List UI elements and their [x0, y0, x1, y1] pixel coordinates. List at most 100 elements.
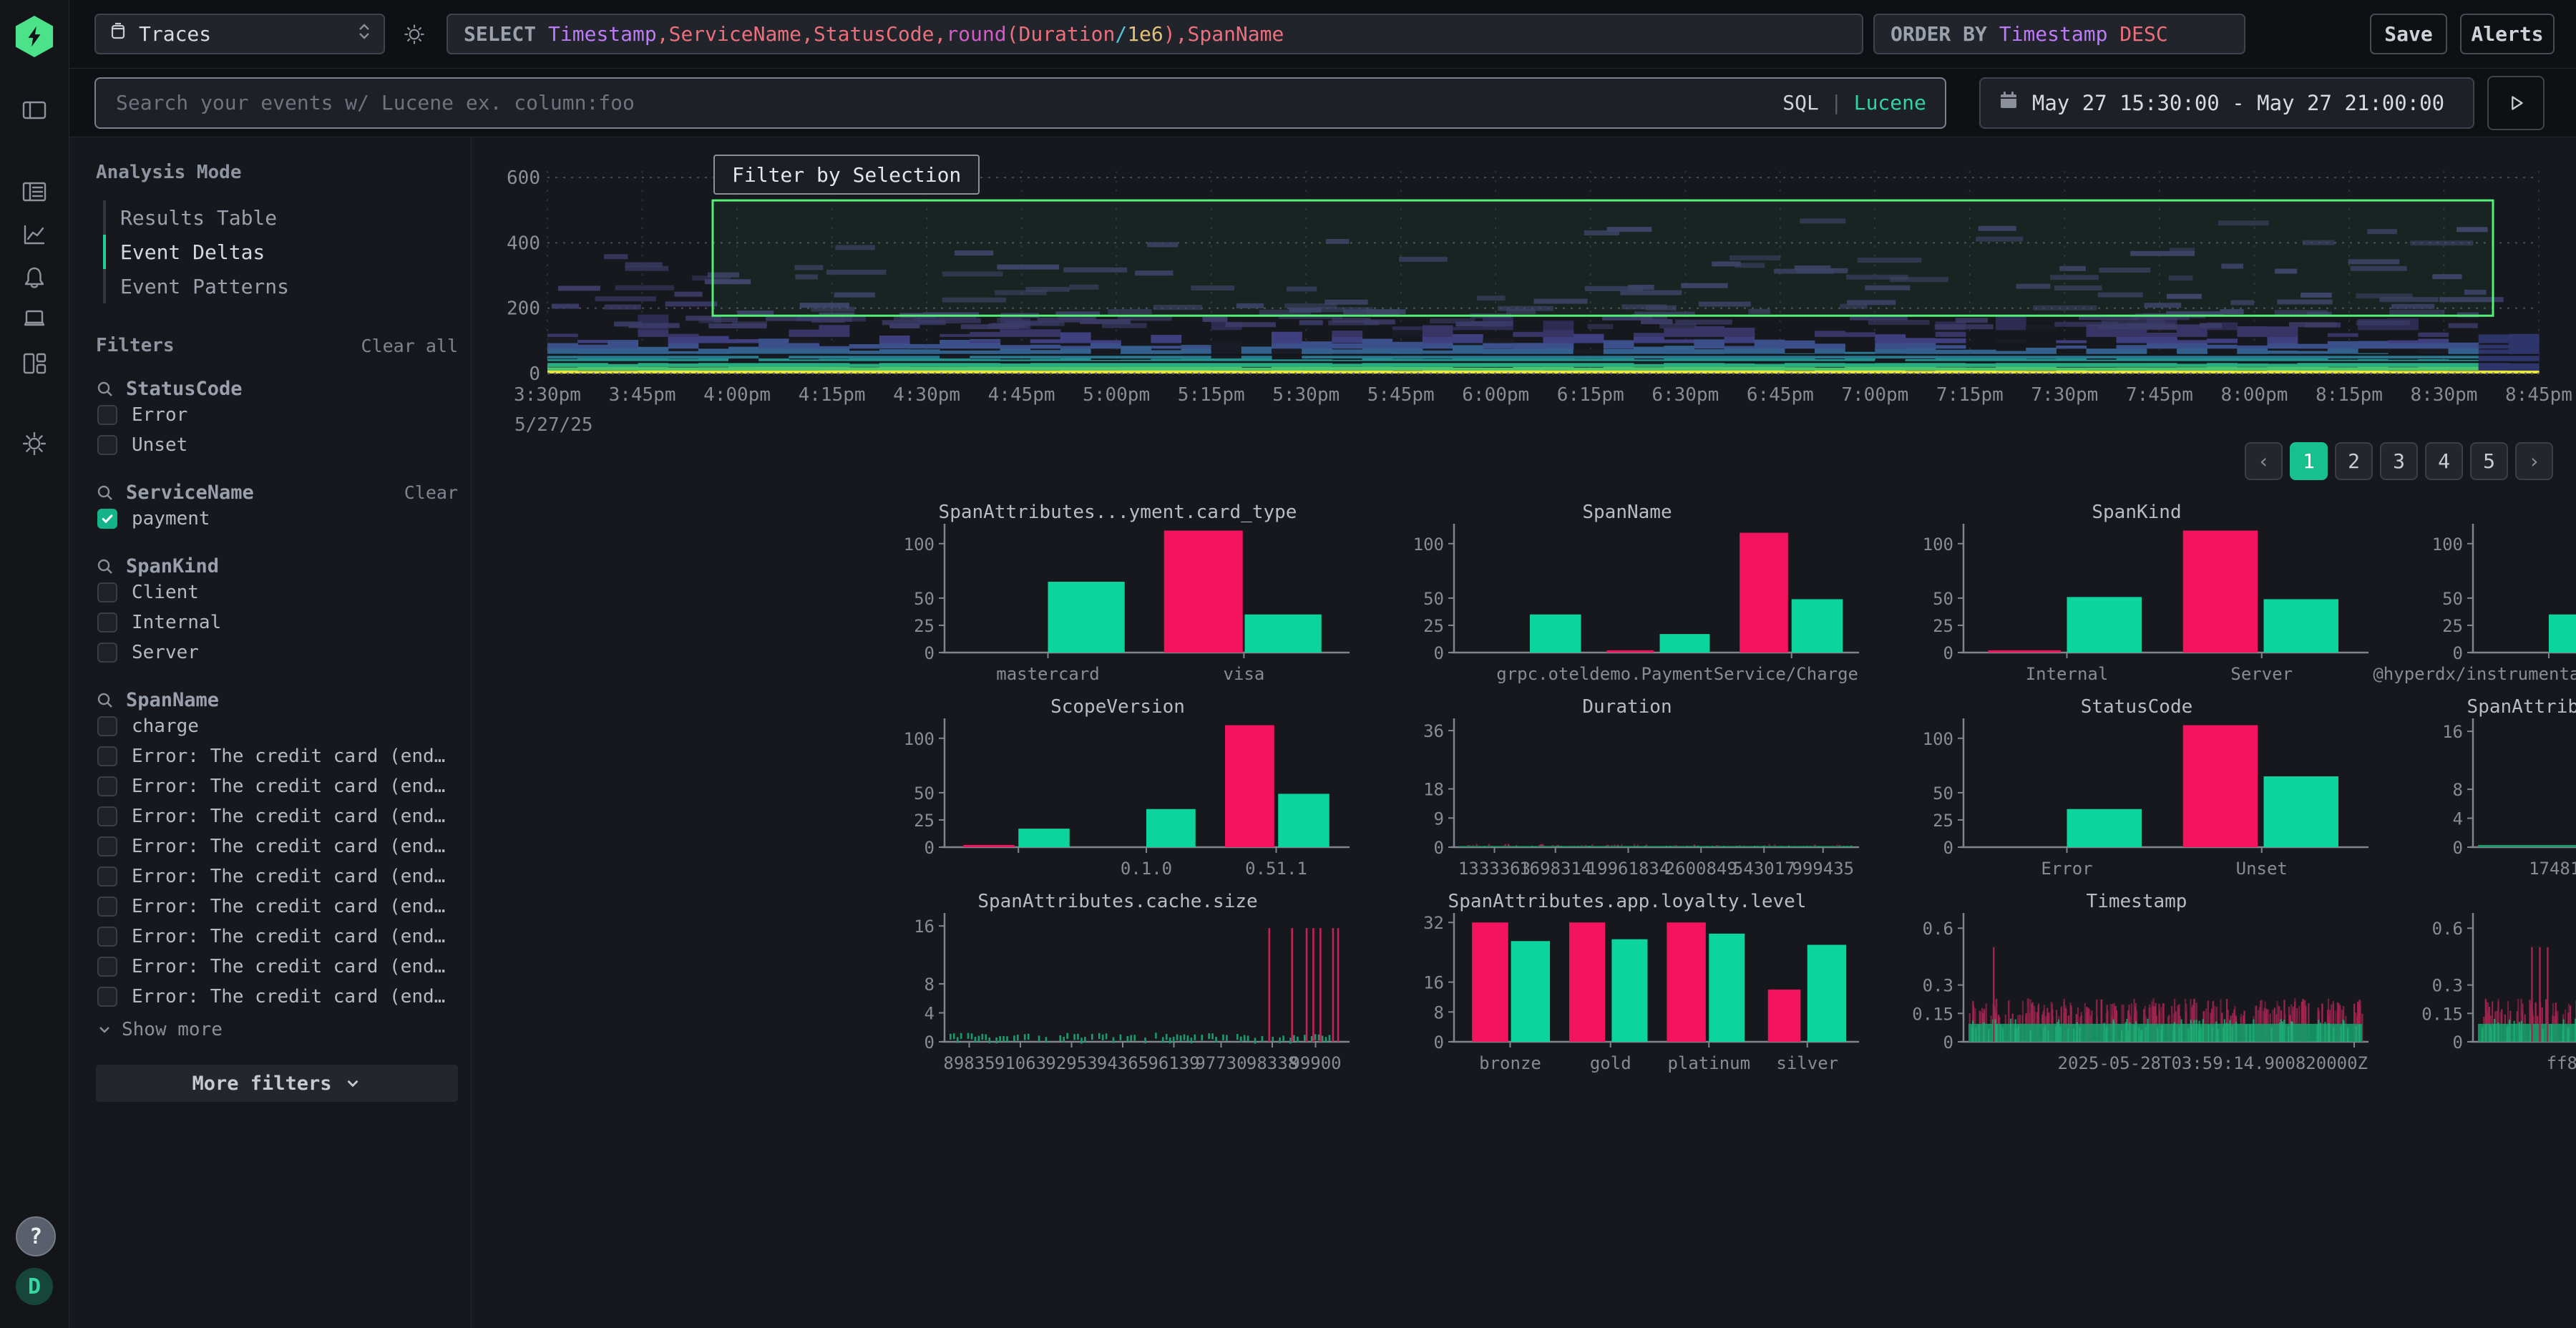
- chevron-down-icon: [96, 1021, 113, 1038]
- alerts-bell-icon[interactable]: [20, 263, 49, 292]
- svg-text:Timestamp: Timestamp: [2087, 891, 2187, 912]
- delta-chart-statuscode[interactable]: StatusCode10050250ErrorUnset: [1901, 695, 2373, 884]
- alerts-button[interactable]: Alerts: [2460, 14, 2555, 54]
- delta-chart-timestamp[interactable]: Timestamp0.60.30.1502025-05-28T03:59:14.…: [1901, 890, 2373, 1079]
- checkbox[interactable]: [97, 776, 117, 796]
- analysis-mode-item-results-table[interactable]: Results Table: [103, 200, 461, 235]
- svg-text:8:45pm: 8:45pm: [2505, 384, 2572, 406]
- checkbox[interactable]: [97, 866, 117, 887]
- filter-option[interactable]: Error: The credit card (end…: [97, 801, 461, 831]
- mode-divider: |: [1830, 91, 1843, 114]
- mode-sql-label[interactable]: SQL: [1782, 91, 1819, 114]
- checkbox[interactable]: [97, 806, 117, 826]
- checkbox[interactable]: [97, 957, 117, 977]
- svg-text:200: 200: [507, 298, 540, 320]
- filter-option[interactable]: Error: The credit card (end…: [97, 771, 461, 801]
- filter-option[interactable]: Client: [97, 577, 461, 607]
- show-more-link[interactable]: Show more: [96, 1019, 461, 1040]
- checkbox[interactable]: [97, 612, 117, 633]
- filter-option[interactable]: Error: The credit card (end…: [97, 952, 461, 982]
- sidebar-toggle-icon[interactable]: [20, 96, 49, 125]
- search-events-icon[interactable]: [20, 177, 49, 206]
- svg-text:0: 0: [1943, 1032, 1953, 1053]
- filter-by-selection-tooltip[interactable]: Filter by Selection: [713, 155, 980, 195]
- filter-option[interactable]: Server: [97, 638, 461, 668]
- sessions-laptop-icon[interactable]: [20, 305, 49, 333]
- filter-option[interactable]: Error: [97, 400, 461, 430]
- filter-option[interactable]: Error: The credit card (end…: [97, 861, 461, 892]
- page-next-button[interactable]: ›: [2515, 442, 2553, 480]
- filter-option[interactable]: Error: The credit card (end…: [97, 831, 461, 861]
- svg-text:5:15pm: 5:15pm: [1178, 384, 1245, 406]
- filter-option[interactable]: Error: The credit card (end…: [97, 922, 461, 952]
- svg-text:94365: 94365: [1097, 1053, 1148, 1073]
- dashboards-icon[interactable]: [20, 349, 49, 378]
- order-by-input[interactable]: ORDER BY Timestamp DESC: [1873, 14, 2245, 54]
- filter-clear-link[interactable]: Clear: [404, 482, 461, 503]
- delta-chart-spanattributes-yment-timestamp[interactable]: SpanAttributes...yment.timestamp16840174…: [2410, 695, 2576, 884]
- svg-text:silver: silver: [1776, 1053, 1838, 1073]
- page-button-1[interactable]: 1: [2290, 442, 2328, 480]
- save-button[interactable]: Save: [2370, 14, 2447, 54]
- delta-chart-spankind[interactable]: SpanKind10050250InternalServer: [1901, 501, 2373, 690]
- filter-option[interactable]: Error: The credit card (end…: [97, 892, 461, 922]
- clear-all-filters-link[interactable]: Clear all: [361, 336, 461, 356]
- checkbox[interactable]: [97, 987, 117, 1007]
- query-language-toggle[interactable]: SQL | Lucene: [1782, 91, 1926, 114]
- select-clause-input[interactable]: SELECT Timestamp,ServiceName,StatusCode,…: [447, 14, 1863, 54]
- svg-text:0: 0: [1943, 838, 1953, 858]
- page-prev-button[interactable]: ‹: [2245, 442, 2283, 480]
- filter-option[interactable]: payment: [97, 504, 461, 534]
- delta-chart-spanattributes-cache-size[interactable]: SpanAttributes.cache.size168408983591063…: [882, 890, 1354, 1079]
- checkbox[interactable]: [97, 836, 117, 856]
- svg-text:100: 100: [904, 534, 935, 555]
- checkbox[interactable]: [97, 509, 117, 529]
- delta-chart-spanname[interactable]: SpanName10050250grpc.oteldemo.PaymentSer…: [1391, 501, 1863, 690]
- run-query-button[interactable]: [2487, 76, 2545, 130]
- checkbox[interactable]: [97, 643, 117, 663]
- checkbox[interactable]: [97, 927, 117, 947]
- filter-option[interactable]: Error: The credit card (end…: [97, 741, 461, 771]
- filter-option-label: Internal: [132, 612, 221, 633]
- play-icon: [2504, 91, 2528, 115]
- events-heatmap[interactable]: Filter by Selection 60040020003:30pm3:45…: [474, 145, 2576, 478]
- checkbox[interactable]: [97, 435, 117, 455]
- page-button-5[interactable]: 5: [2470, 442, 2508, 480]
- date-range-picker[interactable]: May 27 15:30:00 - May 27 21:00:00: [1979, 77, 2474, 129]
- page-button-2[interactable]: 2: [2335, 442, 2373, 480]
- svg-text:Server: Server: [2230, 664, 2293, 684]
- svg-text:50: 50: [2442, 589, 2463, 609]
- page-button-4[interactable]: 4: [2425, 442, 2463, 480]
- delta-chart-scopename[interactable]: ScopeName10050250@hyperdx/instrumentatio…: [2410, 501, 2576, 690]
- source-settings-gear-icon[interactable]: [398, 18, 431, 51]
- more-filters-button[interactable]: More filters: [96, 1065, 458, 1102]
- chart-explorer-icon[interactable]: [20, 220, 49, 249]
- delta-chart-spanattributes-app-loyalty-level[interactable]: SpanAttributes.app.loyalty.level321680br…: [1391, 890, 1863, 1079]
- delta-chart-traceid[interactable]: TraceId0.60.30.150ff860334facdb23d3f430f…: [2410, 890, 2576, 1079]
- time-selection-region[interactable]: [713, 200, 2493, 316]
- filter-option[interactable]: Error: The credit card (end…: [97, 982, 461, 1012]
- checkbox[interactable]: [97, 582, 117, 602]
- page-button-3[interactable]: 3: [2380, 442, 2418, 480]
- checkbox[interactable]: [97, 716, 117, 736]
- user-avatar[interactable]: D: [16, 1268, 53, 1305]
- analysis-mode-item-event-patterns[interactable]: Event Patterns: [103, 269, 461, 303]
- hyperdx-logo-icon[interactable]: [14, 16, 55, 57]
- delta-chart-duration[interactable]: Duration36189013333631698314199618342600…: [1391, 695, 1863, 884]
- checkbox[interactable]: [97, 897, 117, 917]
- checkbox[interactable]: [97, 405, 117, 425]
- svg-text:SpanName: SpanName: [1582, 502, 1672, 523]
- filter-option[interactable]: Unset: [97, 430, 461, 460]
- analysis-mode-item-event-deltas[interactable]: Event Deltas: [103, 235, 461, 269]
- filter-option[interactable]: charge: [97, 711, 461, 741]
- delta-chart-spanattributes-yment-card-type[interactable]: SpanAttributes...yment.card_type10050250…: [882, 501, 1354, 690]
- source-select[interactable]: Traces: [94, 14, 385, 54]
- help-button[interactable]: ?: [16, 1216, 56, 1256]
- delta-chart-scopeversion[interactable]: ScopeVersion100502500.1.00.51.1: [882, 695, 1354, 884]
- settings-gear-icon[interactable]: [20, 429, 49, 458]
- checkbox[interactable]: [97, 746, 117, 766]
- filter-groups: StatusCodeErrorUnsetServiceNameClearpaym…: [96, 378, 461, 1012]
- mode-lucene-label[interactable]: Lucene: [1854, 91, 1926, 114]
- search-input[interactable]: [114, 90, 1782, 115]
- filter-option[interactable]: Internal: [97, 607, 461, 638]
